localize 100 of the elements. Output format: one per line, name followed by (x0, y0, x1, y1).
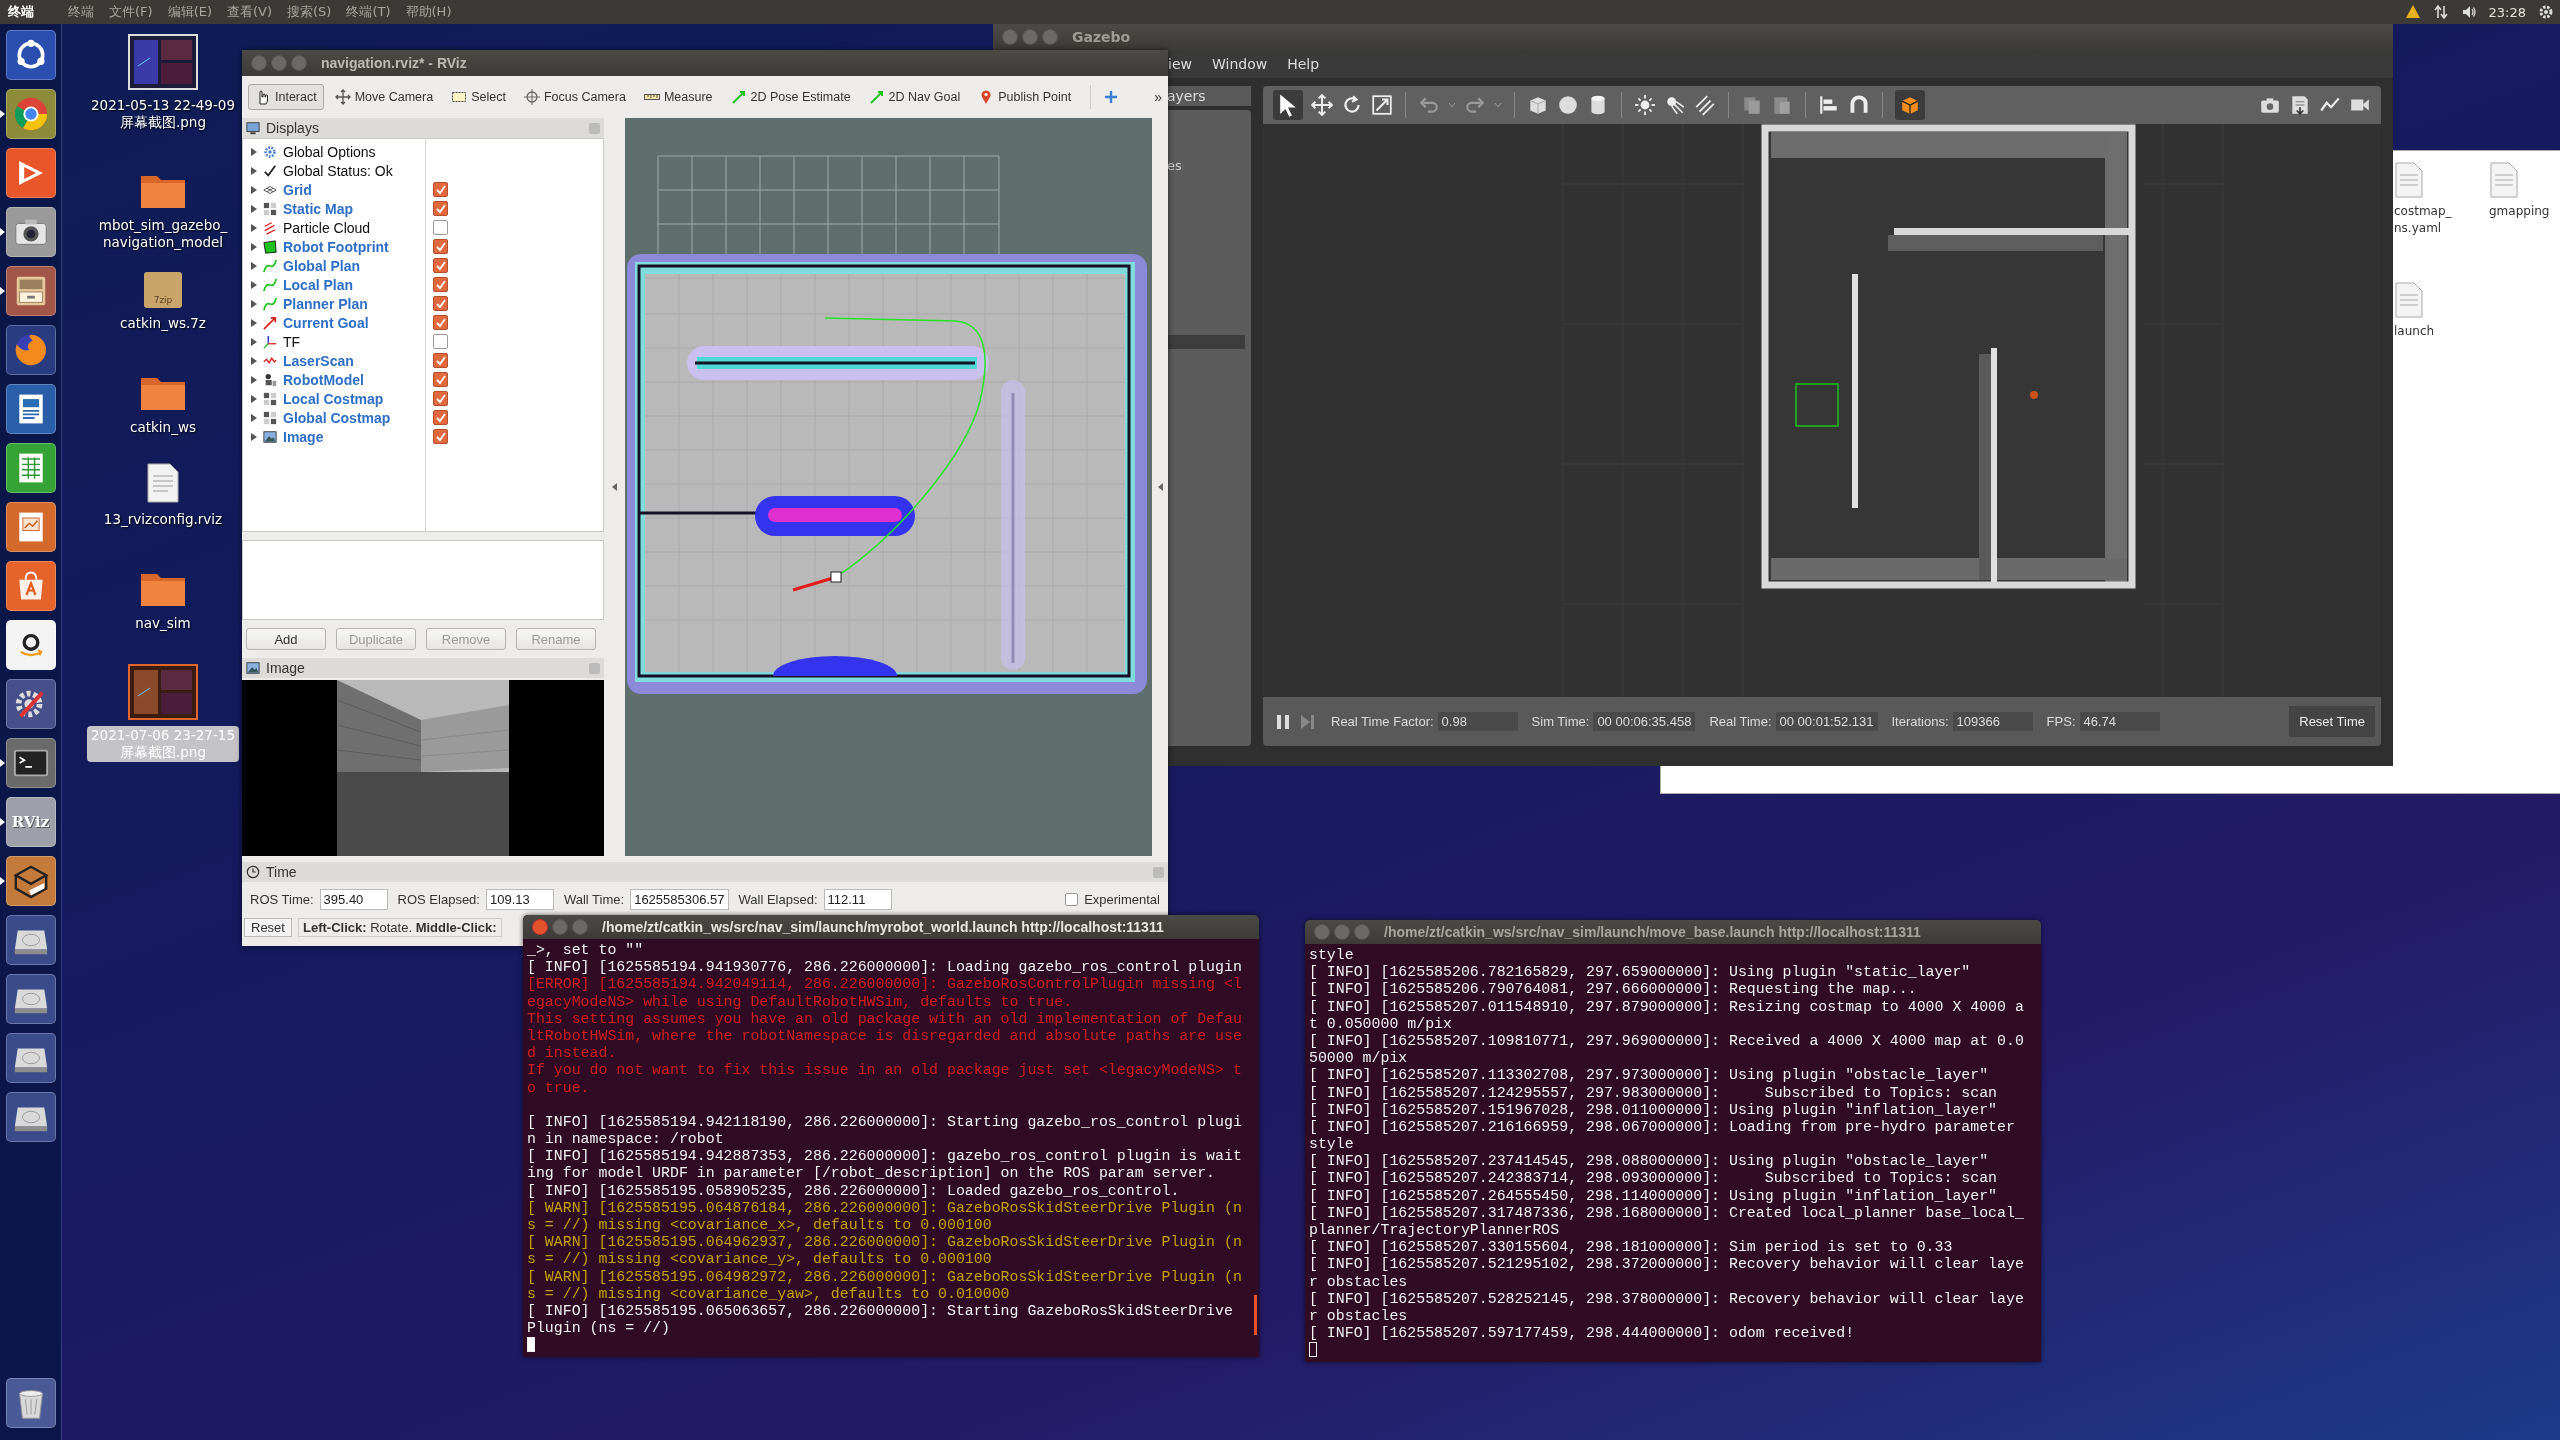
expand-arrow-icon[interactable] (251, 166, 257, 175)
launcher-button[interactable] (5, 915, 56, 965)
sun-icon[interactable] (1634, 94, 1656, 116)
panel-button[interactable]: Add (246, 628, 326, 650)
scrollbar[interactable] (1254, 1295, 1257, 1335)
sphere-icon[interactable] (1557, 94, 1579, 116)
launcher-button[interactable] (5, 443, 56, 493)
file-name[interactable]: catkin_ws.7z (116, 314, 210, 333)
file-name[interactable]: nav_sim (131, 614, 195, 633)
menu-item[interactable]: Help (1287, 56, 1320, 72)
collapse-arrow-icon[interactable] (612, 483, 617, 491)
launcher-button[interactable] (5, 738, 56, 788)
launcher-button[interactable] (5, 502, 56, 552)
expand-arrow-icon[interactable] (251, 185, 257, 194)
launcher-button[interactable] (5, 1092, 56, 1142)
file-name[interactable]: 13_rvizconfig.rviz (99, 510, 227, 529)
menu-item[interactable]: 编辑(E) (167, 3, 212, 21)
checkbox[interactable] (433, 277, 448, 292)
tool-button[interactable]: Move Camera (327, 84, 441, 110)
checkbox[interactable] (433, 391, 448, 406)
file-name[interactable]: catkin_ws (126, 418, 200, 437)
tool-button[interactable]: Publish Point (971, 84, 1079, 110)
display-name[interactable]: Global Costmap (283, 409, 431, 426)
launcher-button[interactable] (5, 620, 56, 670)
display-name[interactable]: Local Costmap (283, 390, 431, 407)
checkbox[interactable] (433, 334, 448, 349)
launcher-button[interactable] (5, 207, 56, 257)
align-icon[interactable] (1818, 94, 1840, 116)
collapse-arrow-icon[interactable] (1157, 483, 1163, 491)
launcher-button[interactable] (5, 30, 56, 80)
expand-arrow-icon[interactable] (251, 432, 257, 441)
menu-item[interactable]: iew (1168, 56, 1192, 72)
spotlight-icon[interactable] (1664, 94, 1686, 116)
display-name[interactable]: Local Plan (283, 276, 431, 293)
display-name[interactable]: Grid (283, 181, 431, 198)
expand-arrow-icon[interactable] (251, 356, 257, 365)
settings-icon[interactable] (2538, 4, 2554, 20)
checkbox[interactable] (433, 315, 448, 330)
rotate-icon[interactable] (1341, 94, 1363, 116)
display-name[interactable]: Robot Footprint (283, 238, 431, 255)
panel-tab[interactable]: ayers (1167, 86, 1251, 106)
move-icon[interactable] (1311, 94, 1333, 116)
menu-item[interactable]: 终端(T) (346, 3, 391, 21)
file-name[interactable]: costmap_ ns.yaml (2394, 203, 2452, 237)
menu-item[interactable]: 帮助(H) (405, 3, 452, 21)
expand-arrow-icon[interactable] (251, 318, 257, 327)
display-name[interactable]: Particle Cloud (283, 219, 431, 236)
display-name[interactable]: Image (283, 428, 431, 445)
menu-item[interactable]: 终端 (68, 3, 94, 21)
expand-arrow-icon[interactable] (251, 413, 257, 422)
tool-button[interactable]: Measure (636, 84, 720, 110)
menu-item[interactable]: Window (1211, 56, 1268, 72)
reset-time-button[interactable]: Reset Time (2289, 706, 2375, 737)
file-name[interactable]: gmapping (2489, 203, 2550, 220)
checkbox[interactable] (433, 372, 448, 387)
cube-icon[interactable] (1895, 90, 1925, 120)
launcher-button[interactable] (5, 384, 56, 434)
display-name[interactable]: Global Plan (283, 257, 431, 274)
reset-button[interactable]: Reset (244, 917, 292, 937)
display-name[interactable]: TF (283, 333, 431, 350)
log-file-icon[interactable] (2289, 94, 2311, 116)
expand-arrow-icon[interactable] (251, 242, 257, 251)
checkbox[interactable] (433, 239, 448, 254)
expand-arrow-icon[interactable] (251, 375, 257, 384)
launcher-button[interactable] (5, 974, 56, 1024)
plus-icon[interactable] (1103, 89, 1120, 105)
expand-arrow-icon[interactable] (251, 280, 257, 289)
checkbox[interactable] (433, 296, 448, 311)
time-field[interactable]: 109.13 (485, 888, 554, 910)
tool-button[interactable]: 2D Pose Estimate (723, 84, 858, 110)
menu-item[interactable]: 文件(F) (109, 3, 153, 21)
scale-icon[interactable] (1371, 94, 1393, 116)
pointer-icon[interactable] (1273, 90, 1303, 120)
close-button[interactable] (532, 919, 548, 935)
clock[interactable]: 23:28 (2488, 4, 2526, 20)
time-field[interactable]: 395.40 (319, 888, 388, 910)
launcher-button[interactable] (5, 1033, 56, 1083)
launcher-button[interactable] (5, 679, 56, 729)
display-name[interactable]: Global Options (283, 143, 431, 160)
overflow-button[interactable]: » (1154, 89, 1162, 105)
display-name[interactable]: Global Status: Ok (283, 162, 431, 179)
launcher-button[interactable] (5, 856, 56, 906)
tool-button[interactable]: Select (444, 84, 513, 110)
launcher-button[interactable] (5, 1378, 56, 1428)
expand-arrow-icon[interactable] (251, 394, 257, 403)
time-field[interactable]: 1625585306.57 (630, 888, 729, 910)
display-name[interactable]: Current Goal (283, 314, 431, 331)
tool-button[interactable]: 2D Nav Goal (861, 84, 968, 110)
display-name[interactable]: Planner Plan (283, 295, 431, 312)
volume-icon[interactable] (2460, 4, 2477, 20)
checkbox[interactable] (433, 220, 448, 235)
warning-icon[interactable] (2404, 4, 2421, 20)
checkbox[interactable] (433, 353, 448, 368)
file-name[interactable]: mbot_sim_gazebo_ navigation_model (94, 216, 232, 252)
parallel-lines-icon[interactable] (1694, 94, 1716, 116)
menu-item[interactable]: 查看(V) (227, 3, 273, 21)
expand-arrow-icon[interactable] (251, 261, 257, 270)
network-arrows-icon[interactable] (2432, 4, 2449, 20)
display-name[interactable]: RobotModel (283, 371, 431, 388)
magnet-icon[interactable] (1848, 94, 1870, 116)
